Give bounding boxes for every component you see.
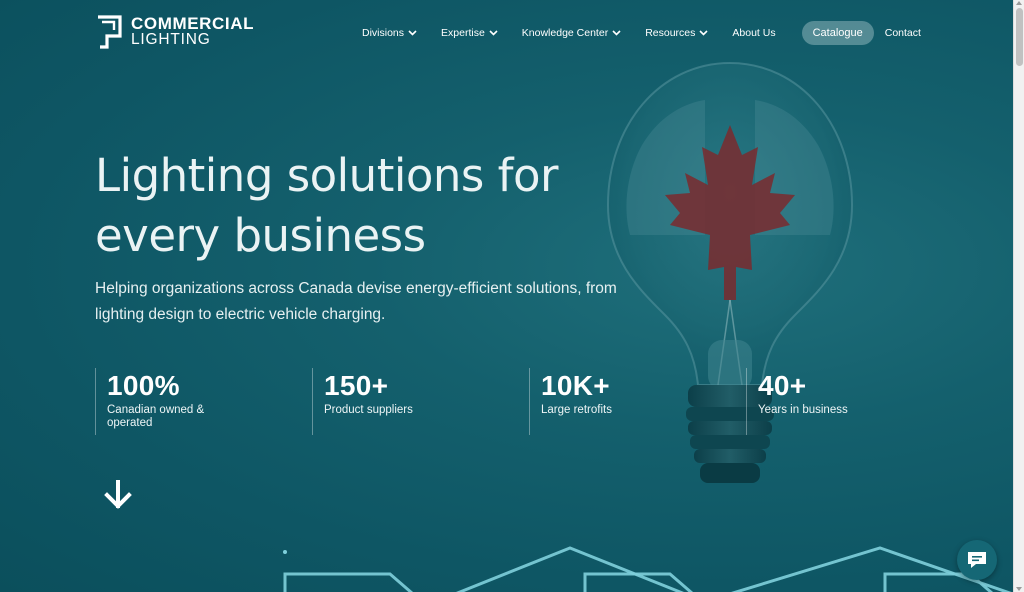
- logo-line-1: COMMERCIAL: [131, 14, 255, 33]
- nav-item-label: Expertise: [441, 27, 485, 39]
- nav-item-knowledge-center[interactable]: Knowledge Center: [522, 27, 621, 39]
- nav-item-label: Resources: [645, 27, 696, 39]
- stat-value: 40+: [758, 370, 807, 401]
- stats-row: 100% Canadian owned & operated 150+ Prod…: [95, 368, 963, 435]
- chevron-down-icon: [612, 30, 621, 36]
- page-scrollbar[interactable]: [1013, 0, 1024, 592]
- site-logo[interactable]: COMMERCIAL LIGHTING: [95, 14, 254, 50]
- nav-item-label: Knowledge Center: [521, 27, 609, 39]
- commercial-lighting-logo-mark-icon: [98, 15, 122, 49]
- scroll-down-arrow-icon[interactable]: [1016, 587, 1022, 591]
- chevron-down-icon: [489, 30, 498, 36]
- contact-link[interactable]: Contact: [885, 27, 921, 39]
- stat-years-in-business: 40+ Years in business: [746, 368, 963, 435]
- scrollbar-thumb[interactable]: [1016, 8, 1023, 66]
- hero-section: COMMERCIAL LIGHTING Divisions Expertise …: [0, 0, 1013, 592]
- stat-label: Years in business: [758, 404, 848, 416]
- stat-value: 10K+: [541, 370, 610, 401]
- chevron-down-icon: [699, 30, 708, 36]
- hero-headline-line-1: Lighting solutions for: [95, 149, 559, 202]
- stat-label: Canadian owned & operated: [107, 404, 205, 429]
- main-navigation: Divisions Expertise Knowledge Center Res…: [362, 21, 921, 45]
- logo-wordmark: COMMERCIAL LIGHTING: [131, 14, 255, 48]
- stat-product-suppliers: 150+ Product suppliers: [312, 368, 529, 435]
- stat-canadian-owned: 100% Canadian owned & operated: [95, 368, 312, 435]
- catalogue-button[interactable]: Catalogue: [801, 21, 874, 45]
- stat-label: Product suppliers: [324, 404, 413, 416]
- nav-item-divisions[interactable]: Divisions: [362, 27, 417, 39]
- nav-item-label: About Us: [732, 27, 776, 39]
- chevron-down-icon: [408, 30, 417, 36]
- hero-subtext: Helping organizations across Canada devi…: [95, 280, 617, 323]
- decorative-zigzag-lines: [283, 546, 1012, 592]
- chat-bubble-icon: [968, 552, 986, 568]
- stat-large-retrofits: 10K+ Large retrofits: [529, 368, 746, 435]
- hero-headline-line-2: every business: [95, 209, 426, 262]
- stat-value: 150+: [324, 370, 389, 401]
- chat-button[interactable]: [957, 540, 997, 580]
- nav-item-label: Divisions: [362, 27, 405, 39]
- stat-value: 100%: [107, 370, 180, 401]
- scroll-up-arrow-icon[interactable]: [1016, 1, 1022, 5]
- stat-label: Large retrofits: [541, 404, 612, 416]
- logo-line-2: LIGHTING: [131, 31, 211, 48]
- nav-item-resources[interactable]: Resources: [645, 27, 708, 39]
- nav-item-expertise[interactable]: Expertise: [441, 27, 498, 39]
- nav-item-about-us[interactable]: About Us: [732, 27, 775, 39]
- arrow-down-icon[interactable]: [103, 480, 133, 510]
- hero-headline: Lighting solutions for every business: [95, 146, 615, 266]
